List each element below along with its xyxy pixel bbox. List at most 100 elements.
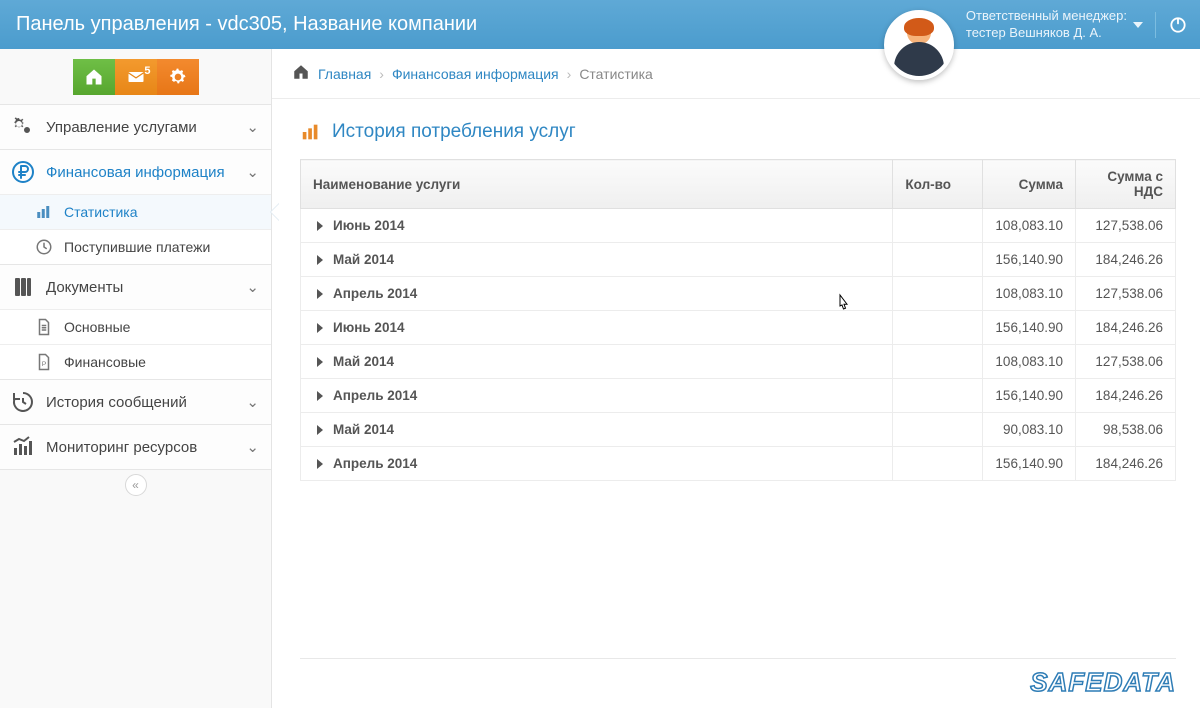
- history-icon: [10, 390, 36, 414]
- document-ruble-icon: P: [34, 353, 54, 371]
- manager-name: тестер Вешняков Д. А.: [966, 25, 1127, 41]
- nav-label: Управление услугами: [46, 119, 197, 136]
- col-sum[interactable]: Сумма: [983, 160, 1076, 209]
- cell-sum-vat: 127,538.06: [1076, 209, 1176, 243]
- page-heading: История потребления услуг: [300, 121, 1176, 143]
- logout-icon: [1168, 15, 1188, 35]
- usage-table: Наименование услуги Кол-во Сумма Сумма с…: [300, 159, 1176, 481]
- caret-right-icon: [317, 255, 323, 265]
- col-sum-vat[interactable]: Сумма с НДС: [1076, 160, 1176, 209]
- divider: [1155, 12, 1156, 38]
- nav-child-label: Поступившие платежи: [64, 239, 210, 255]
- cell-sum-vat: 127,538.06: [1076, 345, 1176, 379]
- app-header: Панель управления - vdc305, Название ком…: [0, 0, 1200, 49]
- nav-child-statistics[interactable]: Статистика: [0, 194, 271, 229]
- table-row[interactable]: Апрель 2014108,083.10127,538.06: [301, 277, 1176, 311]
- table-row[interactable]: Июнь 2014 108,083.10127,538.06: [301, 209, 1176, 243]
- logout-button[interactable]: [1168, 15, 1188, 35]
- bar-chart-icon: [300, 121, 322, 143]
- mail-button[interactable]: 5: [115, 59, 157, 95]
- nav-child-payments[interactable]: Поступившие платежи: [0, 229, 271, 264]
- cell-sum: 156,140.90: [983, 311, 1076, 345]
- chevron-down-icon: [1133, 22, 1143, 28]
- nav-services[interactable]: Управление услугами ⌄: [0, 104, 271, 149]
- cell-sum: 156,140.90: [983, 447, 1076, 481]
- table-row[interactable]: Апрель 2014156,140.90184,246.26: [301, 447, 1176, 481]
- collapse-sidebar-button[interactable]: «: [125, 474, 147, 496]
- breadcrumb-current: Статистика: [579, 66, 653, 82]
- table-header-row: Наименование услуги Кол-во Сумма Сумма с…: [301, 160, 1176, 209]
- cell-sum: 108,083.10: [983, 209, 1076, 243]
- cell-sum: 156,140.90: [983, 243, 1076, 277]
- nav-child-docs-fin[interactable]: P Финансовые: [0, 344, 271, 379]
- col-qty[interactable]: Кол-во: [893, 160, 983, 209]
- nav-child-label: Статистика: [64, 204, 138, 220]
- settings-button[interactable]: [157, 59, 199, 95]
- cell-qty: [893, 243, 983, 277]
- document-icon: [34, 318, 54, 336]
- nav-messages[interactable]: История сообщений ⌄: [0, 379, 271, 424]
- cell-sum-vat: 184,246.26: [1076, 379, 1176, 413]
- cell-sum: 90,083.10: [983, 413, 1076, 447]
- avatar[interactable]: [884, 10, 954, 80]
- nav-label: Финансовая информация: [46, 164, 225, 181]
- table-row[interactable]: Май 2014 108,083.10127,538.06: [301, 345, 1176, 379]
- nav-label: Документы: [46, 279, 123, 296]
- nav-documents[interactable]: Документы ⌄: [0, 264, 271, 309]
- nav-finance-children: Статистика Поступившие платежи: [0, 194, 271, 264]
- nav-monitoring[interactable]: Мониторинг ресурсов ⌄: [0, 424, 271, 469]
- main-area: Главная › Финансовая информация › Статис…: [272, 49, 1200, 708]
- chevron-down-icon: ⌄: [246, 163, 259, 181]
- chevron-down-icon: ⌄: [246, 278, 259, 296]
- nav-finance[interactable]: Финансовая информация ⌄: [0, 149, 271, 194]
- nav-label: Мониторинг ресурсов: [46, 439, 197, 456]
- table-row[interactable]: Июнь 2014 156,140.90184,246.26: [301, 311, 1176, 345]
- cell-qty: [893, 345, 983, 379]
- cell-sum-vat: 184,246.26: [1076, 311, 1176, 345]
- cell-qty: [893, 447, 983, 481]
- cell-sum-vat: 98,538.06: [1076, 413, 1176, 447]
- chevron-left-icon: «: [132, 478, 139, 492]
- manager-menu[interactable]: Ответственный менеджер: тестер Вешняков …: [966, 8, 1143, 41]
- sidebar-quick-buttons: 5: [0, 49, 271, 104]
- caret-right-icon: [317, 323, 323, 333]
- nav-docs-children: Основные P Финансовые: [0, 309, 271, 379]
- bar-chart-icon: [34, 203, 54, 221]
- chevron-down-icon: ⌄: [246, 438, 259, 456]
- chevron-down-icon: ⌄: [246, 118, 259, 136]
- cell-name: Апрель 2014: [301, 447, 893, 481]
- nav-child-label: Финансовые: [64, 354, 146, 370]
- breadcrumb-l1[interactable]: Финансовая информация: [392, 66, 559, 82]
- ruble-icon: [10, 160, 36, 184]
- binder-icon: [10, 275, 36, 299]
- breadcrumb-sep: ›: [379, 66, 384, 82]
- cell-name: Июнь 2014: [301, 311, 893, 345]
- safedata-logo: SAFEDATA: [1030, 667, 1176, 698]
- home-button[interactable]: [73, 59, 115, 95]
- sidebar: 5 Управление услугами ⌄ Финансовая инфор…: [0, 49, 272, 708]
- table-row[interactable]: Апрель 2014156,140.90184,246.26: [301, 379, 1176, 413]
- gear-icon: [168, 67, 188, 87]
- content-footer: SAFEDATA: [300, 658, 1176, 698]
- cell-name: Май 2014: [301, 345, 893, 379]
- col-name[interactable]: Наименование услуги: [301, 160, 893, 209]
- nav-label: История сообщений: [46, 394, 187, 411]
- gears-icon: [10, 115, 36, 139]
- caret-right-icon: [317, 357, 323, 367]
- cell-name: Июнь 2014: [301, 209, 893, 243]
- breadcrumb-home[interactable]: Главная: [318, 66, 371, 82]
- cell-sum: 108,083.10: [983, 277, 1076, 311]
- mail-icon: [126, 67, 146, 87]
- caret-right-icon: [317, 425, 323, 435]
- caret-right-icon: [317, 459, 323, 469]
- chevron-down-icon: ⌄: [246, 393, 259, 411]
- cell-name: Май 2014: [301, 413, 893, 447]
- nav-child-label: Основные: [64, 319, 130, 335]
- table-row[interactable]: Май 2014156,140.90184,246.26: [301, 243, 1176, 277]
- chart-icon: [10, 435, 36, 459]
- nav-child-docs-main[interactable]: Основные: [0, 309, 271, 344]
- table-row[interactable]: Май 2014 90,083.1098,538.06: [301, 413, 1176, 447]
- cell-name: Май 2014: [301, 243, 893, 277]
- cell-sum: 108,083.10: [983, 345, 1076, 379]
- cell-name: Апрель 2014: [301, 379, 893, 413]
